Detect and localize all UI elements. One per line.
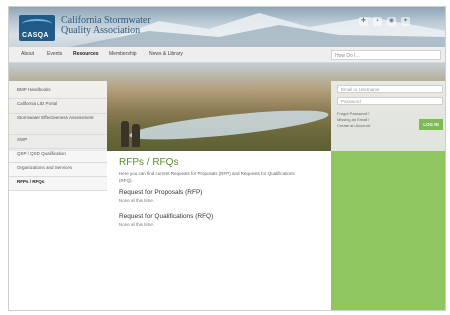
page-title: RFPs / RFQs	[119, 157, 179, 168]
sidebar-item-bmp-handbooks[interactable]: BMP Handbooks	[9, 87, 107, 99]
sidebar-item-rfps-rfqs[interactable]: RFPs / RFQs	[9, 179, 107, 191]
nav-item-membership[interactable]: Membership	[109, 51, 137, 57]
nav-item-news-library[interactable]: News & Library	[149, 51, 183, 57]
rss-icon[interactable]: ◉	[387, 17, 396, 26]
rfp-body: None at this time.	[119, 198, 155, 203]
share-icon[interactable]: ✚	[359, 17, 368, 26]
logo-text: CASQA	[22, 32, 49, 39]
login-button[interactable]: LOG IN	[419, 119, 443, 130]
password-field[interactable]: Password	[337, 97, 443, 105]
main-nav: About Events Resources Membership News &…	[9, 47, 445, 63]
sidebar-item-effectiveness-assessment[interactable]: Stormwater Effectiveness Assessment	[9, 115, 107, 135]
twitter-icon[interactable]: ✦	[401, 17, 410, 26]
search-input[interactable]: How Do I...	[331, 50, 441, 60]
rfp-heading: Request for Proposals (RFP)	[119, 189, 203, 196]
sidebar-item-swp[interactable]: SWP	[9, 137, 107, 149]
header-banner: CASQA California Stormwater Quality Asso…	[9, 7, 445, 47]
river	[128, 104, 330, 146]
forgot-password-link[interactable]: Forgot Password?	[337, 111, 369, 116]
wave-icon	[22, 19, 52, 29]
person-figure	[132, 124, 140, 147]
sidebar-item-qsp-qsd[interactable]: QSP / QSD Qualification	[9, 151, 107, 163]
create-account-link[interactable]: Create an Account	[337, 123, 370, 128]
organization-name[interactable]: California Stormwater Quality Associatio…	[61, 16, 151, 36]
username-field[interactable]: Email or Username	[337, 85, 443, 93]
login-panel: Email or Username Password Forgot Passwo…	[331, 81, 445, 151]
intro-text: Here you can find current Requests for P…	[119, 171, 295, 183]
lock-icon[interactable]: ▪	[373, 17, 382, 26]
resources-sidebar: BMP Handbooks California LID Portal Stor…	[9, 81, 107, 191]
nav-item-resources[interactable]: Resources	[73, 51, 99, 57]
rfq-heading: Request for Qualifications (RFQ)	[119, 213, 214, 220]
person-figure	[121, 121, 129, 147]
nav-item-events[interactable]: Events	[47, 51, 62, 57]
missing-email-link[interactable]: Missing an Email?	[337, 117, 369, 122]
org-name-line2: Quality Association	[61, 25, 141, 36]
sidebar-item-lid-portal[interactable]: California LID Portal	[9, 101, 107, 114]
right-column-panel	[331, 151, 445, 310]
rfq-body: None at this time.	[119, 222, 155, 227]
nav-item-about[interactable]: About	[21, 51, 34, 57]
casqa-logo[interactable]: CASQA	[19, 15, 55, 41]
browser-page: CASQA California Stormwater Quality Asso…	[8, 6, 446, 311]
sidebar-item-organizations[interactable]: Organizations and Services	[9, 165, 107, 177]
